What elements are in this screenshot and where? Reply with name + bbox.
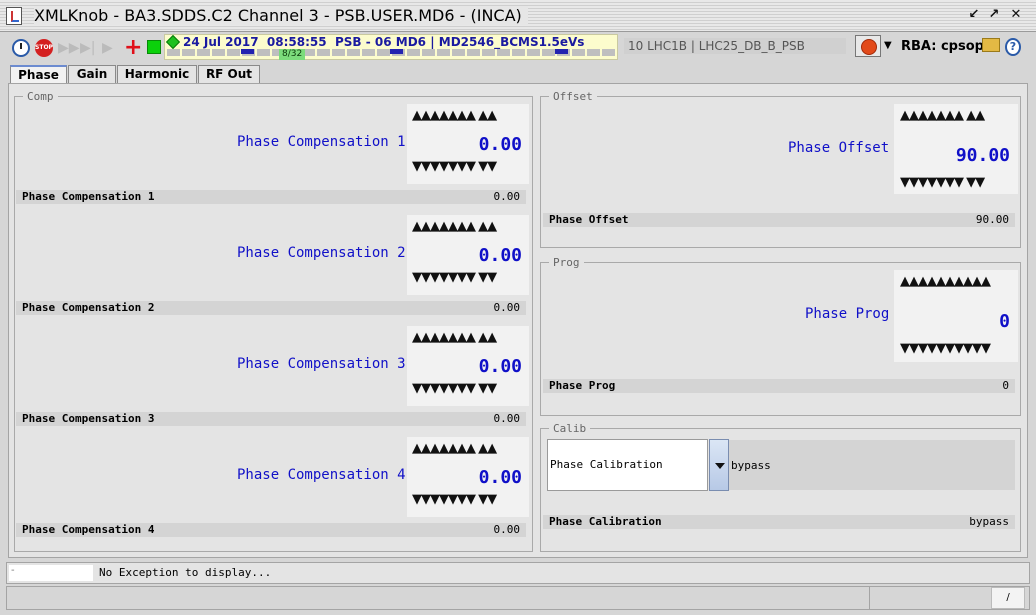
decrement-arrows[interactable]: ▼▼▼▼▼▼▼▼▼▼: [900, 342, 991, 355]
knob-value[interactable]: 0.00: [416, 245, 522, 266]
knob-phase-compensation-4: ▲▲▲▲▲▲▲ ▲▲ Phase Compensation 4 0.00 ▼▼▼…: [16, 437, 529, 537]
folder-icon[interactable]: [982, 38, 1000, 52]
readback-value: 0.00: [493, 301, 521, 314]
readback-label: Phase Compensation 2: [22, 301, 155, 314]
readback-value: 0.00: [493, 412, 521, 425]
knob-phase-compensation-1: ▲▲▲▲▲▲▲ ▲▲ Phase Compensation 1 0.00 ▼▼▼…: [16, 104, 529, 204]
knob-value[interactable]: 0.00: [416, 134, 522, 155]
readback-label: Phase Offset: [549, 213, 629, 226]
knob-label: Phase Offset: [788, 140, 890, 156]
readback-row: Phase Compensation 3 0.00: [16, 412, 526, 426]
status-message: No Exception to display...: [99, 566, 272, 579]
decrement-arrows[interactable]: ▼▼▼▼▼▼▼ ▼▼: [412, 493, 497, 506]
readback-label: Phase Prog: [549, 379, 616, 392]
close-icon[interactable]: ✕: [1008, 8, 1024, 24]
knob-value[interactable]: 90.00: [902, 145, 1010, 166]
cycle-marker: [241, 49, 254, 54]
readback-row: Phase Compensation 1 0.00: [16, 190, 526, 204]
stop-icon[interactable]: STOP: [35, 39, 53, 57]
footer-segment: [869, 587, 989, 609]
tab-harmonic[interactable]: Harmonic: [117, 65, 197, 84]
cycle-marker: [390, 49, 403, 54]
footer-bar: /: [6, 586, 1030, 610]
increment-arrows[interactable]: ▲▲▲▲▲▲▲▲▲▲: [900, 275, 991, 288]
knob-value[interactable]: 0: [902, 311, 1010, 332]
readback-label: Phase Compensation 3: [22, 412, 155, 425]
increment-arrows[interactable]: ▲▲▲▲▲▲▲ ▲▲: [900, 109, 985, 122]
decrement-arrows[interactable]: ▼▼▼▼▼▼▼ ▼▼: [412, 160, 497, 173]
readback-value: 0.00: [493, 523, 521, 536]
plus-icon[interactable]: +: [124, 37, 142, 59]
timing-status-icon: [165, 34, 181, 50]
readback-label: Phase Compensation 1: [22, 190, 155, 203]
knob-label: Phase Prog: [805, 306, 890, 322]
readback-row: Phase Offset 90.00: [543, 213, 1015, 227]
window-title: XMLKnob - BA3.SDDS.C2 Channel 3 - PSB.US…: [34, 6, 528, 25]
chevron-down-icon[interactable]: ▼: [884, 40, 892, 51]
readback-value: 90.00: [975, 213, 1009, 226]
rba-label[interactable]: RBA: cpsop: [901, 39, 984, 54]
tab-gain[interactable]: Gain: [68, 65, 116, 84]
calibration-state: bypass: [729, 440, 1015, 490]
help-icon[interactable]: ?: [1005, 38, 1021, 56]
status-indicator: -: [9, 565, 93, 581]
knob-label: Phase Compensation 1: [237, 134, 406, 150]
knob-label: Phase Compensation 2: [237, 245, 406, 261]
readback-row: Phase Prog 0: [543, 379, 1015, 393]
skip-icon[interactable]: ▶|: [80, 39, 98, 57]
dropdown-arrow-icon[interactable]: [709, 439, 729, 491]
decrement-arrows[interactable]: ▼▼▼▼▼▼▼ ▼▼: [412, 382, 497, 395]
tab-phase[interactable]: Phase: [10, 65, 67, 85]
readback-row: Phase Compensation 2 0.00: [16, 301, 526, 315]
phase-calibration-select[interactable]: Phase Calibration: [547, 439, 708, 491]
readback-row: Phase Compensation 4 0.00: [16, 523, 526, 537]
green-square-icon[interactable]: [147, 40, 161, 54]
power-icon[interactable]: [855, 35, 881, 57]
tab-rf-out[interactable]: RF Out: [198, 65, 260, 84]
comp-legend: Comp: [27, 90, 54, 103]
readback-row: Phase Calibration bypass: [543, 515, 1015, 529]
knob-value[interactable]: 0.00: [416, 467, 522, 488]
decrement-arrows[interactable]: ▼▼▼▼▼▼▼ ▼▼: [412, 271, 497, 284]
knob-phase-compensation-2: ▲▲▲▲▲▲▲ ▲▲ Phase Compensation 2 0.00 ▼▼▼…: [16, 215, 529, 315]
offset-legend: Offset: [553, 90, 593, 103]
knob-label: Phase Compensation 4: [237, 467, 406, 483]
knob-phase-compensation-3: ▲▲▲▲▲▲▲ ▲▲ Phase Compensation 3 0.00 ▼▼▼…: [16, 326, 529, 426]
knob-value[interactable]: 0.00: [416, 356, 522, 377]
decrement-arrows[interactable]: ▼▼▼▼▼▼▼ ▼▼: [900, 176, 985, 189]
fast-forward-icon[interactable]: ▶▶: [58, 39, 80, 57]
knob-phase-prog: ▲▲▲▲▲▲▲▲▲▲ Phase Prog 0 ▼▼▼▼▼▼▼▼▼▼: [542, 270, 1018, 370]
increment-arrows[interactable]: ▲▲▲▲▲▲▲ ▲▲: [412, 331, 497, 344]
cycle-marker: [555, 49, 568, 54]
knob-label: Phase Compensation 3: [237, 356, 406, 372]
status-bar: - No Exception to display...: [6, 562, 1030, 584]
calib-legend: Calib: [553, 422, 587, 435]
timing-bar: 24 Jul 2017 08:58:55 PSB - 06 MD6 | MD25…: [164, 34, 618, 60]
increment-arrows[interactable]: ▲▲▲▲▲▲▲ ▲▲: [412, 220, 497, 233]
readback-value: 0: [1002, 379, 1009, 392]
minimize-icon[interactable]: ↙: [966, 8, 982, 24]
readback-label: Phase Calibration: [549, 515, 662, 528]
java-app-icon: [6, 7, 22, 25]
resize-grip-icon[interactable]: /: [991, 587, 1025, 609]
clock-icon[interactable]: [12, 39, 30, 57]
timing-text: 24 Jul 2017 08:58:55 PSB - 06 MD6 | MD25…: [183, 35, 585, 49]
knob-phase-offset: ▲▲▲▲▲▲▲ ▲▲ Phase Offset 90.00 ▼▼▼▼▼▼▼ ▼▼: [542, 104, 1018, 204]
toolbar: STOP ▶▶ ▶| ▶ + 24 Jul 2017 08:58:55 PSB …: [6, 33, 1032, 63]
title-bar: XMLKnob - BA3.SDDS.C2 Channel 3 - PSB.US…: [0, 0, 1036, 32]
increment-arrows[interactable]: ▲▲▲▲▲▲▲ ▲▲: [412, 442, 497, 455]
increment-arrows[interactable]: ▲▲▲▲▲▲▲ ▲▲: [412, 109, 497, 122]
maximize-icon[interactable]: ↗: [986, 8, 1002, 24]
prog-legend: Prog: [553, 256, 580, 269]
readback-label: Phase Compensation 4: [22, 523, 155, 536]
readback-value: bypass: [969, 515, 1009, 528]
play-icon[interactable]: ▶: [102, 39, 120, 57]
cycle-count: 8/32: [279, 49, 306, 60]
context-field[interactable]: 10 LHC1B | LHC25_DB_B_PSB: [624, 38, 846, 54]
readback-value: 0.00: [493, 190, 521, 203]
